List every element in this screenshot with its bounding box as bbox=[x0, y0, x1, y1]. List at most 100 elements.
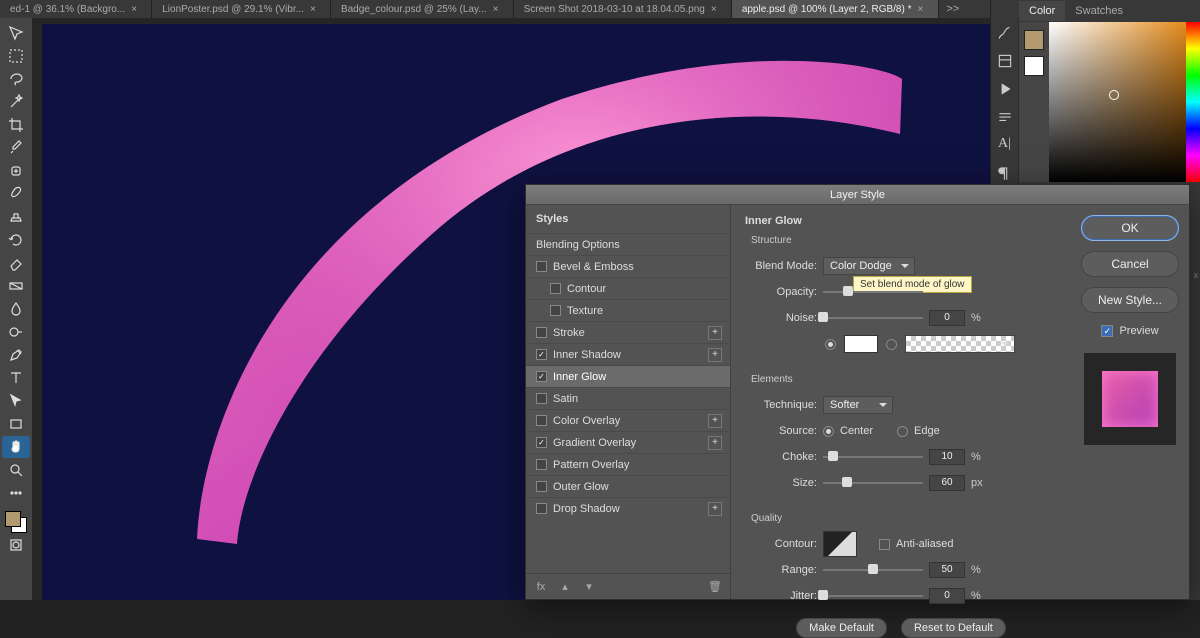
checkbox[interactable] bbox=[536, 415, 547, 426]
character-icon[interactable]: A| bbox=[996, 136, 1014, 154]
panel-expand-icon[interactable]: x bbox=[1194, 270, 1199, 280]
stroke-item[interactable]: Stroke+ bbox=[526, 321, 730, 343]
marquee-tool[interactable] bbox=[2, 45, 30, 67]
healing-brush-tool[interactable] bbox=[2, 160, 30, 182]
size-value[interactable]: 60 bbox=[929, 475, 965, 491]
checkbox[interactable] bbox=[550, 283, 561, 294]
range-slider[interactable] bbox=[823, 563, 923, 577]
checkbox[interactable] bbox=[536, 459, 547, 470]
edit-toolbar-icon[interactable] bbox=[2, 482, 30, 504]
contour-picker[interactable] bbox=[823, 531, 857, 557]
color-swatch[interactable] bbox=[5, 511, 27, 533]
tab-1[interactable]: LionPoster.psd @ 29.1% (Vibr...× bbox=[152, 0, 331, 18]
outer-glow-item[interactable]: Outer Glow bbox=[526, 475, 730, 497]
noise-value[interactable]: 0 bbox=[929, 310, 965, 326]
texture-item[interactable]: Texture bbox=[526, 299, 730, 321]
type-tool[interactable] bbox=[2, 367, 30, 389]
checkbox[interactable] bbox=[536, 371, 547, 382]
tab-3[interactable]: Screen Shot 2018-03-10 at 18.04.05.png× bbox=[514, 0, 732, 18]
preview-checkbox[interactable]: ✓ bbox=[1101, 325, 1113, 337]
history-icon[interactable] bbox=[996, 52, 1014, 70]
close-icon[interactable]: × bbox=[131, 4, 141, 15]
jitter-value[interactable]: 0 bbox=[929, 588, 965, 604]
zoom-tool[interactable] bbox=[2, 459, 30, 481]
actions-icon[interactable] bbox=[996, 80, 1014, 98]
add-icon[interactable]: + bbox=[708, 348, 722, 362]
checkbox[interactable] bbox=[536, 327, 547, 338]
technique-select[interactable]: Softer bbox=[823, 396, 893, 414]
satin-item[interactable]: Satin bbox=[526, 387, 730, 409]
checkbox[interactable] bbox=[536, 503, 547, 514]
close-icon[interactable]: × bbox=[493, 4, 503, 15]
glow-gradient-select[interactable] bbox=[905, 335, 1015, 353]
arrow-down-icon[interactable]: ▾ bbox=[582, 580, 596, 593]
checkbox[interactable] bbox=[536, 437, 547, 448]
lasso-tool[interactable] bbox=[2, 68, 30, 90]
ok-button[interactable]: OK bbox=[1081, 215, 1179, 241]
add-icon[interactable]: + bbox=[708, 414, 722, 428]
gradient-tool[interactable] bbox=[2, 275, 30, 297]
blur-tool[interactable] bbox=[2, 298, 30, 320]
color-overlay-item[interactable]: Color Overlay+ bbox=[526, 409, 730, 431]
size-slider[interactable] bbox=[823, 476, 923, 490]
tab-2[interactable]: Badge_colour.psd @ 25% (Lay...× bbox=[331, 0, 514, 18]
tab-4[interactable]: apple.psd @ 100% (Layer 2, RGB/8) *× bbox=[732, 0, 939, 18]
checkbox[interactable] bbox=[550, 305, 561, 316]
dodge-tool[interactable] bbox=[2, 321, 30, 343]
new-style-button[interactable]: New Style... bbox=[1081, 287, 1179, 313]
brush-settings-icon[interactable] bbox=[996, 24, 1014, 42]
tab-swatches[interactable]: Swatches bbox=[1065, 1, 1133, 21]
drop-shadow-item[interactable]: Drop Shadow+ bbox=[526, 497, 730, 519]
pen-tool[interactable] bbox=[2, 344, 30, 366]
eraser-tool[interactable] bbox=[2, 252, 30, 274]
close-icon[interactable]: × bbox=[918, 4, 928, 15]
close-icon[interactable]: × bbox=[310, 4, 320, 15]
jitter-slider[interactable] bbox=[823, 589, 923, 603]
opacity-slider[interactable] bbox=[823, 285, 923, 299]
checkbox[interactable] bbox=[536, 481, 547, 492]
blending-options-item[interactable]: Blending Options bbox=[526, 233, 730, 255]
gradient-overlay-item[interactable]: Gradient Overlay+ bbox=[526, 431, 730, 453]
color-radio[interactable] bbox=[825, 339, 836, 350]
checkbox[interactable] bbox=[536, 393, 547, 404]
properties-icon[interactable] bbox=[996, 108, 1014, 126]
arrow-up-icon[interactable]: ▴ bbox=[558, 580, 572, 593]
bevel-item[interactable]: Bevel & Emboss bbox=[526, 255, 730, 277]
hue-slider[interactable] bbox=[1186, 22, 1200, 182]
add-icon[interactable]: + bbox=[708, 326, 722, 340]
contour-item[interactable]: Contour bbox=[526, 277, 730, 299]
background-swatch[interactable] bbox=[1024, 56, 1044, 76]
paragraph-icon[interactable] bbox=[996, 164, 1014, 182]
crop-tool[interactable] bbox=[2, 114, 30, 136]
inner-shadow-item[interactable]: Inner Shadow+ bbox=[526, 343, 730, 365]
brush-tool[interactable] bbox=[2, 183, 30, 205]
close-icon[interactable]: × bbox=[711, 4, 721, 15]
checkbox[interactable] bbox=[536, 349, 547, 360]
trash-icon[interactable]: 🗑 bbox=[708, 580, 722, 593]
anti-aliased-checkbox[interactable] bbox=[879, 539, 890, 550]
quick-mask-icon[interactable] bbox=[2, 534, 30, 556]
glow-color-swatch[interactable] bbox=[844, 335, 878, 353]
eyedropper-tool[interactable] bbox=[2, 137, 30, 159]
source-center-radio[interactable] bbox=[823, 426, 834, 437]
noise-slider[interactable] bbox=[823, 311, 923, 325]
tab-0[interactable]: ed-1 @ 36.1% (Backgro...× bbox=[0, 0, 152, 18]
rectangle-tool[interactable] bbox=[2, 413, 30, 435]
color-field[interactable] bbox=[1049, 22, 1186, 182]
gradient-radio[interactable] bbox=[886, 339, 897, 350]
move-tool[interactable] bbox=[2, 22, 30, 44]
pattern-overlay-item[interactable]: Pattern Overlay bbox=[526, 453, 730, 475]
foreground-swatch[interactable] bbox=[1024, 30, 1044, 50]
cancel-button[interactable]: Cancel bbox=[1081, 251, 1179, 277]
add-icon[interactable]: + bbox=[708, 436, 722, 450]
history-brush-tool[interactable] bbox=[2, 229, 30, 251]
fx-icon[interactable]: fx bbox=[534, 581, 548, 593]
make-default-button[interactable]: Make Default bbox=[796, 618, 887, 638]
checkbox[interactable] bbox=[536, 261, 547, 272]
choke-slider[interactable] bbox=[823, 450, 923, 464]
choke-value[interactable]: 10 bbox=[929, 449, 965, 465]
clone-stamp-tool[interactable] bbox=[2, 206, 30, 228]
reset-default-button[interactable]: Reset to Default bbox=[901, 618, 1006, 638]
tab-overflow-button[interactable]: >> bbox=[939, 3, 968, 15]
magic-wand-tool[interactable] bbox=[2, 91, 30, 113]
